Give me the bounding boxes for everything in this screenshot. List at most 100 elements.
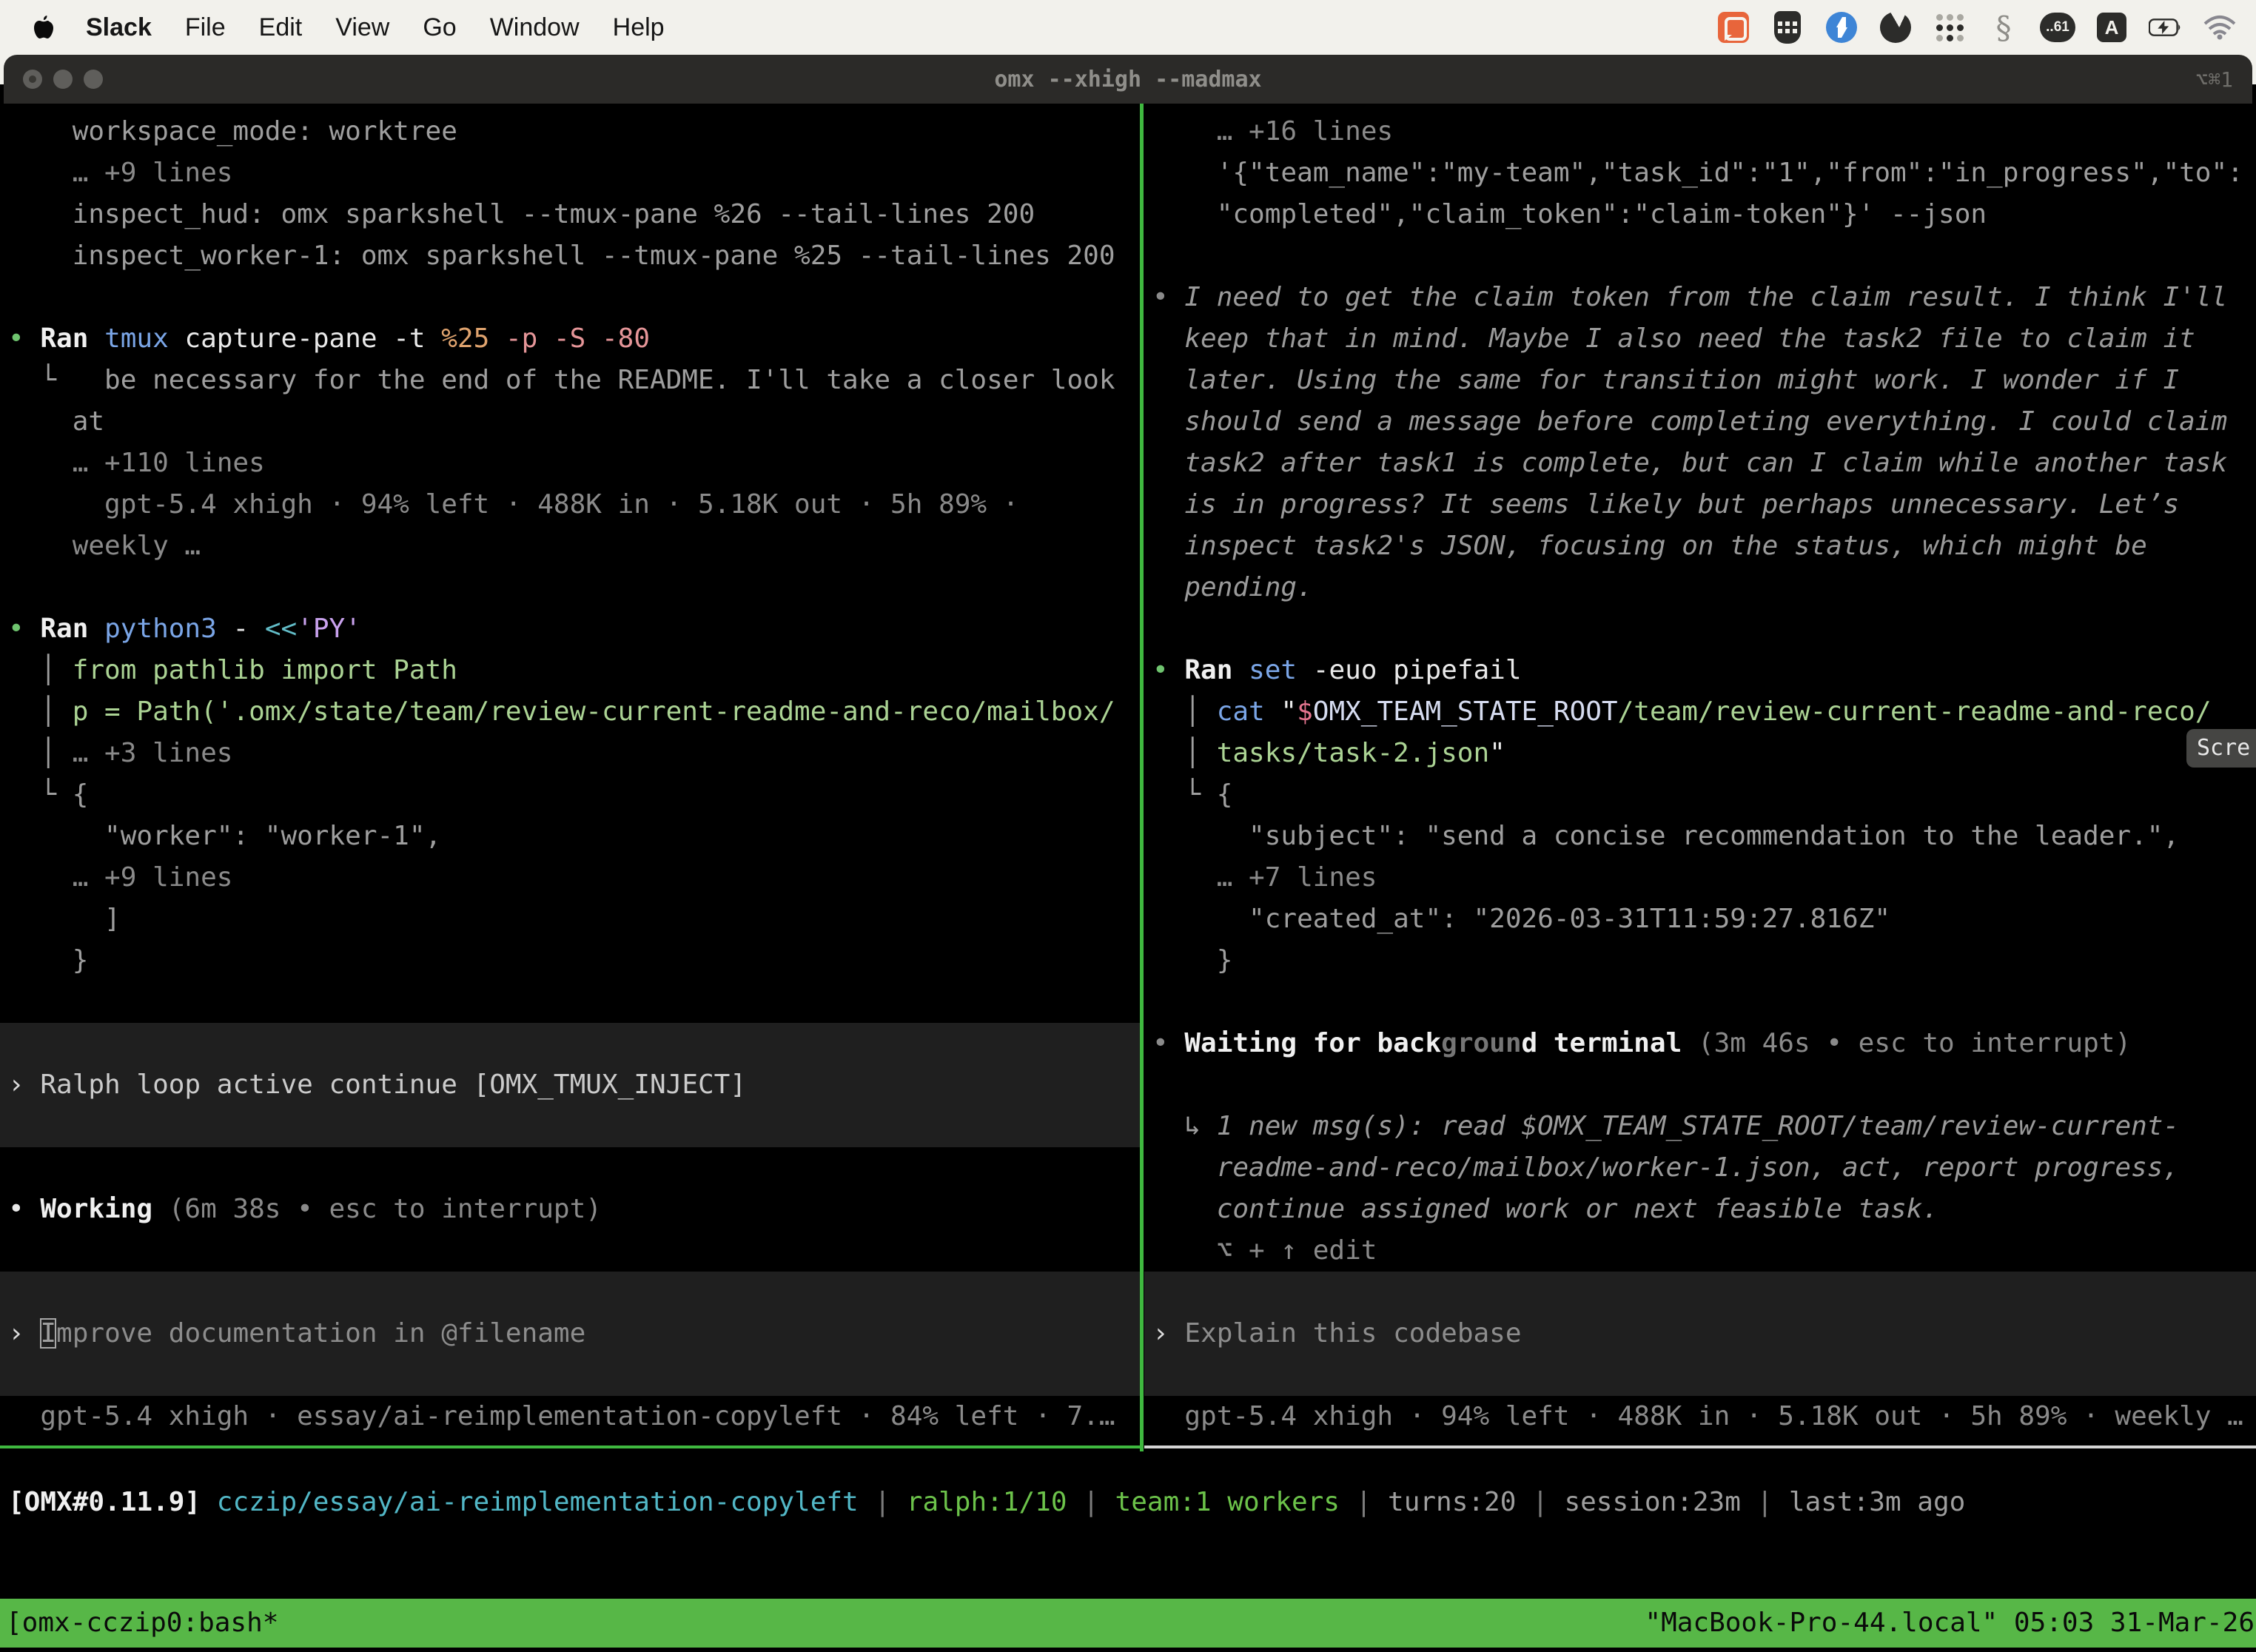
text-segment: from pathlib import Path — [73, 655, 457, 685]
terminal-line — [0, 1147, 1140, 1189]
menu-item-go[interactable]: Go — [423, 13, 456, 42]
terminal-line: │ … +3 lines — [0, 733, 1140, 774]
menu-item-file[interactable]: File — [185, 13, 226, 42]
terminal-line: … +9 lines — [0, 152, 1140, 194]
text-segment: … +110 lines — [8, 448, 265, 478]
shield-grid-icon[interactable] — [1770, 10, 1805, 44]
text-segment: inspect_worker-1: omx sparkshell --tmux-… — [8, 241, 1115, 271]
text-segment: └ — [1152, 779, 1217, 810]
text-segment: I — [40, 1318, 56, 1349]
apple-menu-icon[interactable] — [33, 14, 55, 41]
wifi-icon[interactable] — [2203, 10, 2237, 44]
text-segment: -t — [393, 323, 441, 354]
terminal-line: │ tasks/task-2.json" — [1144, 733, 2256, 774]
text-segment: "worker": "worker-1", — [8, 821, 441, 851]
text-segment: mprove documentation in @filename — [56, 1318, 585, 1349]
text-segment: inspect task2's JSON, focusing on the st… — [1152, 531, 2147, 561]
terminal-line — [1144, 608, 2256, 650]
terminal-line: "created_at": "2026-03-31T11:59:27.816Z" — [1144, 899, 2256, 940]
text-segment: cat — [1217, 696, 1281, 727]
menu-item-view[interactable]: View — [335, 13, 389, 42]
text-segment: … +9 lines — [8, 862, 232, 893]
spark-burst-icon[interactable] — [1824, 10, 1859, 44]
text-segment: weekly … — [8, 531, 201, 561]
text-segment: … +7 lines — [1152, 862, 1377, 893]
terminal-line: weekly … — [0, 526, 1140, 567]
text-segment: (6m 38s • esc to interrupt) — [169, 1194, 602, 1224]
text-segment: Working — [40, 1194, 168, 1224]
text-segment: gpt-5.4 xhigh · essay/ai-reimplementatio… — [8, 1401, 1115, 1431]
squiggle-icon[interactable]: § — [1987, 10, 2021, 44]
text-segment: Ran — [40, 614, 104, 644]
text-segment: Ran — [40, 323, 104, 354]
terminal-line: "subject": "send a concise recommendatio… — [1144, 816, 2256, 857]
pane-divider[interactable] — [1140, 104, 1144, 1451]
a-square-icon[interactable]: A — [2095, 10, 2129, 44]
terminal-line: ↳ 1 new msg(s): read $OMX_TEAM_STATE_ROO… — [1144, 1106, 2256, 1147]
text-segment: pending. — [1152, 572, 1313, 602]
badge-61-icon[interactable]: ..61 — [2041, 10, 2075, 44]
prompt-input[interactable]: › Improve documentation in @filename — [0, 1313, 1140, 1354]
text-segment: " — [1280, 696, 1297, 727]
text-segment: … +3 lines — [73, 738, 233, 768]
terminal-line: │ p = Path('.omx/state/team/review-curre… — [0, 691, 1140, 733]
text-segment: ] — [8, 904, 121, 934]
text-segment: continue assigned work or next feasible … — [1152, 1194, 1938, 1224]
text-segment: " — [1489, 738, 1505, 768]
terminal-line: └ { — [1144, 774, 2256, 816]
terminal-line: at — [0, 401, 1140, 443]
menu-app-name[interactable]: Slack — [86, 13, 152, 42]
window-titlebar[interactable]: omx --xhigh --madmax ⌥⌘1 — [4, 55, 2252, 104]
terminal-line: pending. — [1144, 567, 2256, 608]
macos-menubar: Slack File Edit View Go Window Help § ..… — [0, 0, 2256, 55]
right-terminal-pane: … +16 lines '{"team_name":"my-team","tas… — [1144, 111, 2256, 1437]
text-segment: • — [8, 1194, 40, 1224]
text-segment: └ — [8, 365, 104, 395]
menu-item-window[interactable]: Window — [490, 13, 580, 42]
dark-circle-icon[interactable] — [1879, 10, 1913, 44]
text-segment: … +9 lines — [8, 158, 232, 188]
prompt-box — [0, 1354, 1140, 1396]
terminal-line: • Ran tmux capture-pane -t %25 -p -S -80 — [0, 318, 1140, 360]
menu-item-help[interactable]: Help — [613, 13, 665, 42]
tmux-session-label[interactable]: [omx-cczip0:bash* — [0, 1599, 278, 1648]
terminal-line: workspace_mode: worktree — [0, 111, 1140, 152]
text-segment: › — [8, 1070, 40, 1100]
terminal-line — [0, 277, 1140, 318]
terminal-line: • Ran python3 - <<'PY' — [0, 608, 1140, 650]
battery-icon[interactable] — [2149, 10, 2183, 44]
menu-item-edit[interactable]: Edit — [259, 13, 303, 42]
text-segment: | — [1757, 1487, 1789, 1517]
inject-banner[interactable]: › Ralph loop active continue [OMX_TMUX_I… — [0, 1064, 1140, 1106]
prompt-input[interactable]: › Explain this codebase — [1144, 1313, 2256, 1354]
prompt-box — [1144, 1272, 2256, 1313]
terminal-line: └ { — [0, 774, 1140, 816]
prompt-box — [1144, 1354, 2256, 1396]
text-segment: session:23m — [1564, 1487, 1756, 1517]
terminal-line: │ from pathlib import Path — [0, 650, 1140, 691]
text-segment: │ — [1152, 738, 1217, 768]
text-segment: • — [8, 614, 40, 644]
dots-grid-icon[interactable] — [1933, 10, 1967, 44]
text-segment: task2 after task1 is complete, but can I… — [1152, 448, 2227, 478]
text-segment: { — [1217, 779, 1233, 810]
terminal-line: continue assigned work or next feasible … — [1144, 1189, 2256, 1230]
terminal-line: is in progress? It seems likely but perh… — [1144, 484, 2256, 526]
text-segment: p = Path('.omx/state/team/review-current… — [73, 696, 1115, 727]
terminal-line: • Ran set -euo pipefail — [1144, 650, 2256, 691]
text-segment: I need to get the claim token from the c… — [1184, 282, 2227, 312]
terminal-line: ] — [0, 899, 1140, 940]
text-segment: workspace_mode: worktree — [8, 116, 457, 147]
text-segment: groun — [1441, 1028, 1521, 1058]
terminal-line — [1144, 1064, 2256, 1106]
terminal-line: "worker": "worker-1", — [0, 816, 1140, 857]
inject-banner — [0, 1023, 1140, 1064]
text-segment: tmux — [104, 323, 184, 354]
text-segment: Waiting for back — [1184, 1028, 1441, 1058]
chat-app-icon[interactable] — [1716, 10, 1750, 44]
terminal-line: └ be necessary for the end of the README… — [0, 360, 1140, 401]
text-segment: Explain this codebase — [1184, 1318, 1521, 1349]
text-segment: python3 — [104, 614, 232, 644]
text-segment: - — [232, 614, 264, 644]
text-segment: | — [1356, 1487, 1388, 1517]
